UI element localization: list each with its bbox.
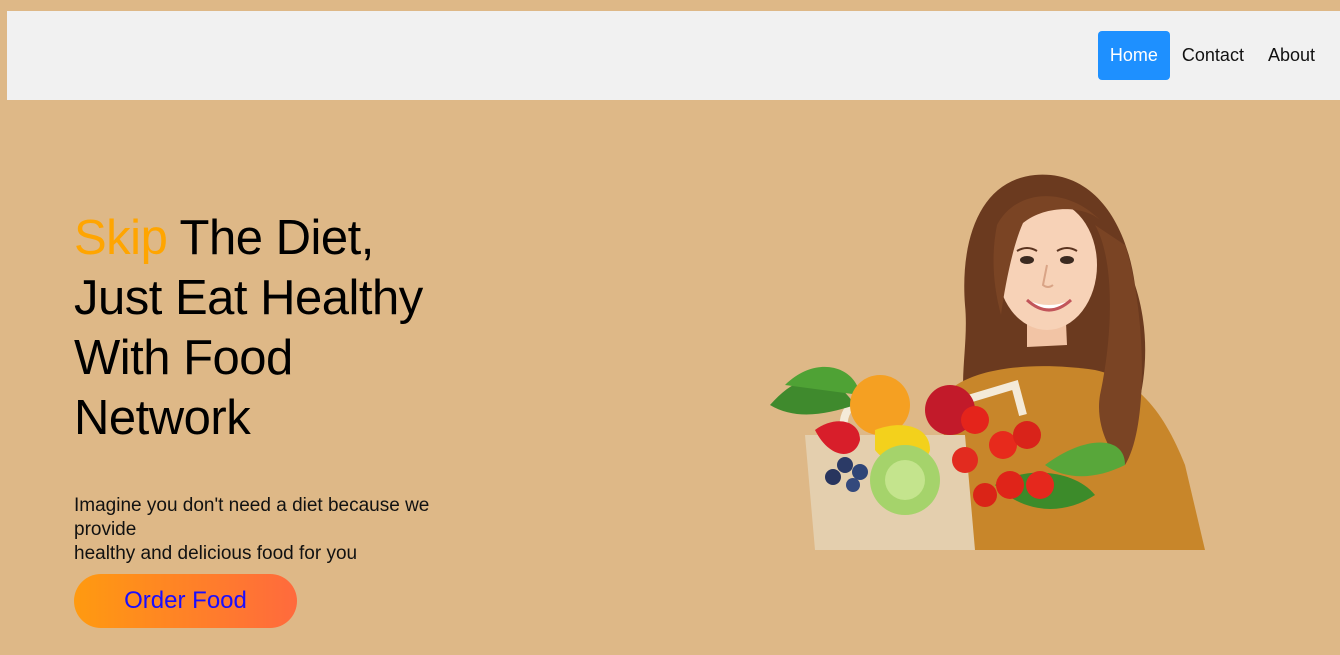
headline-line1: The Diet, — [167, 211, 375, 265]
navbar: Home Contact About — [7, 11, 1340, 100]
headline-line3: With Food — [74, 331, 293, 385]
nav-links: Home Contact About — [1097, 31, 1327, 80]
nav-about-link[interactable]: About — [1256, 31, 1327, 80]
headline-line4: Network — [74, 391, 251, 445]
nav-contact-link[interactable]: Contact — [1170, 31, 1256, 80]
subtext-line2: healthy and delicious food for you — [74, 543, 358, 564]
nav-home-link[interactable]: Home — [1097, 31, 1170, 80]
headline-accent-word: Skip — [74, 211, 168, 265]
hero-headline: Skip The Diet, Just Eat Healthy With Foo… — [74, 208, 494, 448]
headline-line2: Just Eat Healthy — [74, 271, 423, 325]
woman-with-vegetable-bag-icon — [770, 174, 1205, 550]
hero-headline-block: Skip The Diet, Just Eat Healthy With Foo… — [74, 208, 494, 448]
hero-subtext: Imagine you don't need a diet because we… — [74, 494, 474, 566]
order-food-button[interactable]: Order Food — [74, 574, 297, 628]
subtext-line1: Imagine you don't need a diet because we… — [74, 495, 430, 540]
